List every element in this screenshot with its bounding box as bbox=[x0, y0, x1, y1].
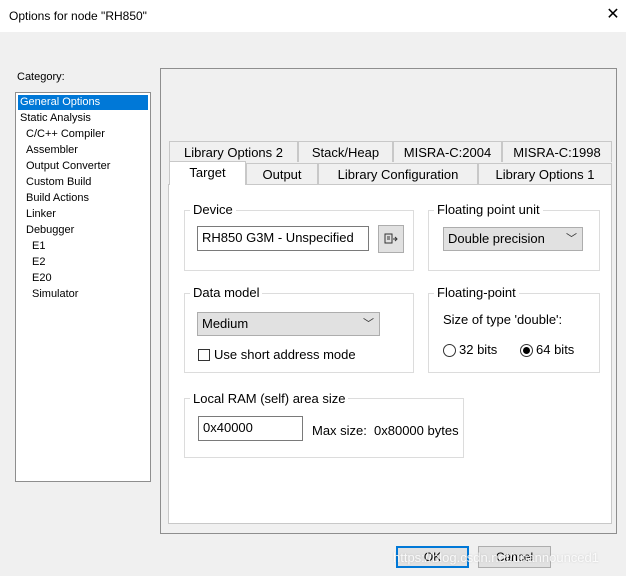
chevron-down-icon: ﹀ bbox=[363, 318, 374, 330]
device-group-title: Device bbox=[190, 202, 236, 217]
title-bar: Options for node "RH850" ✕ bbox=[0, 0, 626, 32]
tab-library-options-2[interactable]: Library Options 2 bbox=[169, 141, 298, 162]
radio-32-bits[interactable] bbox=[443, 344, 456, 357]
category-item-static-analysis[interactable]: Static Analysis bbox=[18, 111, 93, 126]
tab-output[interactable]: Output bbox=[246, 163, 318, 184]
category-item-compiler[interactable]: C/C++ Compiler bbox=[24, 127, 107, 142]
category-item-debugger[interactable]: Debugger bbox=[24, 223, 76, 238]
category-item-linker[interactable]: Linker bbox=[24, 207, 58, 222]
floating-point-group-title: Floating-point bbox=[434, 285, 519, 300]
short-address-label: Use short address mode bbox=[214, 347, 356, 362]
tab-target[interactable]: Target bbox=[169, 161, 246, 185]
category-item-e20[interactable]: E20 bbox=[30, 271, 54, 286]
max-size-label: Max size: bbox=[312, 423, 367, 438]
fpu-select[interactable]: Double precision ﹀ bbox=[443, 227, 583, 251]
tab-library-options-1[interactable]: Library Options 1 bbox=[478, 163, 612, 184]
category-item-build-actions[interactable]: Build Actions bbox=[24, 191, 91, 206]
category-item-simulator[interactable]: Simulator bbox=[30, 287, 80, 302]
floating-point-group bbox=[428, 293, 600, 373]
tab-misra-2004[interactable]: MISRA-C:2004 bbox=[393, 141, 502, 162]
category-item-general-options[interactable]: General Options bbox=[18, 95, 148, 110]
window-title: Options for node "RH850" bbox=[9, 9, 147, 23]
fpu-select-value: Double precision bbox=[448, 231, 545, 246]
local-ram-size-field[interactable]: 0x40000 bbox=[198, 416, 303, 441]
radio-64-bits[interactable] bbox=[520, 344, 533, 357]
data-model-group-title: Data model bbox=[190, 285, 263, 300]
radio-64-bits-label: 64 bits bbox=[536, 342, 575, 357]
tab-misra-1998[interactable]: MISRA-C:1998 bbox=[502, 141, 612, 162]
category-item-e2[interactable]: E2 bbox=[30, 255, 47, 270]
tab-library-configuration[interactable]: Library Configuration bbox=[318, 163, 478, 184]
fpu-group-title: Floating point unit bbox=[434, 202, 543, 217]
device-browse-button[interactable] bbox=[378, 225, 404, 253]
local-ram-group-title: Local RAM (self) area size bbox=[190, 391, 349, 406]
radio-32-bits-label: 32 bits bbox=[459, 342, 498, 357]
device-field[interactable]: RH850 G3M - Unspecified bbox=[197, 226, 369, 251]
close-icon[interactable]: ✕ bbox=[602, 4, 624, 26]
watermark: https://blog.csdn.net/unannounced1 bbox=[393, 550, 599, 565]
short-address-checkbox[interactable] bbox=[198, 349, 210, 361]
data-model-select[interactable]: Medium ﹀ bbox=[197, 312, 380, 336]
category-item-custom-build[interactable]: Custom Build bbox=[24, 175, 93, 190]
category-item-assembler[interactable]: Assembler bbox=[24, 143, 80, 158]
category-label: Category: bbox=[17, 71, 65, 83]
chevron-down-icon: ﹀ bbox=[566, 233, 577, 245]
category-item-e1[interactable]: E1 bbox=[30, 239, 47, 254]
tab-stack-heap[interactable]: Stack/Heap bbox=[298, 141, 393, 162]
double-size-label: Size of type 'double': bbox=[443, 312, 563, 327]
device-select-icon bbox=[384, 233, 398, 244]
max-size-value: 0x80000 bytes bbox=[374, 423, 459, 438]
category-item-output-converter[interactable]: Output Converter bbox=[24, 159, 112, 174]
data-model-select-value: Medium bbox=[202, 316, 249, 331]
category-list[interactable]: General Options Static Analysis C/C++ Co… bbox=[15, 92, 151, 482]
